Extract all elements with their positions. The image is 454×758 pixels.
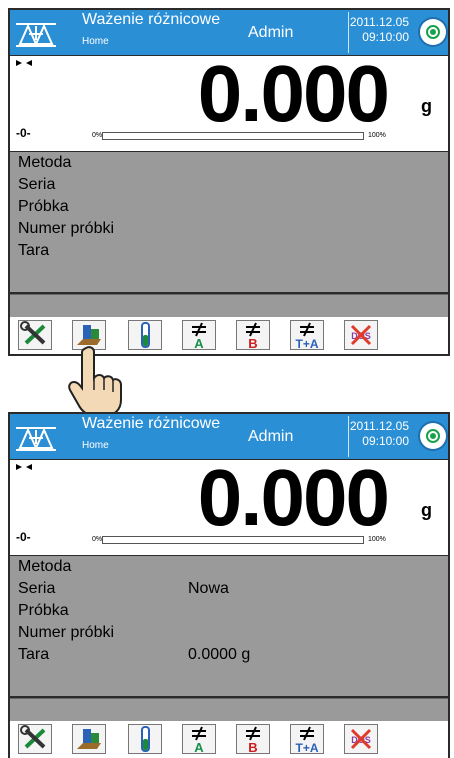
tare-b-label: B <box>248 336 257 349</box>
info-label-sample-number: Numer próbki <box>18 624 115 641</box>
date-time: 2011.12.05 09:10:00 <box>348 416 409 457</box>
test-tube-button[interactable] <box>128 320 162 350</box>
pointing-hand-icon <box>68 346 122 417</box>
tare-a-icon: A <box>192 726 206 753</box>
range-min-label: 0% <box>92 536 103 543</box>
info-label-sample: Próbka <box>18 602 69 619</box>
tare-plus-a-button[interactable]: T+A <box>290 724 324 754</box>
status-strip <box>10 294 448 317</box>
tare-a-label: A <box>194 336 204 349</box>
info-label-tare: Tara <box>18 646 50 663</box>
tare-plus-a-label: T+A <box>295 337 318 349</box>
status-indicator-button[interactable] <box>420 19 446 45</box>
tare-a-label: A <box>194 740 204 753</box>
status-dot-icon <box>430 433 436 439</box>
range-max-label: 100% <box>368 132 386 139</box>
date-label: 2011.12.05 <box>349 419 409 433</box>
weight-value: 0.000 <box>197 453 390 542</box>
settings-button[interactable] <box>18 724 52 754</box>
tare-a-icon: A <box>192 322 206 349</box>
date-label: 2011.12.05 <box>349 15 409 29</box>
info-label-method: Metoda <box>18 558 72 575</box>
tare-a-button[interactable]: A <box>182 320 216 350</box>
info-panel[interactable]: Metoda Seria Próbka Numer próbki Tara <box>10 152 448 292</box>
test-tube-icon <box>141 726 150 752</box>
mode-title: Ważenie różnicowe <box>82 11 221 28</box>
breadcrumb: Home <box>82 36 109 47</box>
status-strip <box>10 698 448 721</box>
user-name[interactable]: Admin <box>248 24 293 42</box>
weighing-display: 0.000 g -0- 0% 100% <box>10 453 448 555</box>
test-tube-button[interactable] <box>128 724 162 754</box>
info-label-series: Seria <box>18 176 56 193</box>
info-label-series: Seria <box>18 580 56 597</box>
tare-plus-a-icon: T+A <box>295 726 319 753</box>
tare-b-icon: B <box>246 726 260 753</box>
test-tube-icon <box>141 322 150 348</box>
info-value-series: Nowa <box>188 580 229 597</box>
date-time: 2011.12.05 09:10:00 <box>348 12 409 53</box>
tare-b-button[interactable]: B <box>236 320 270 350</box>
tare-plus-a-icon: T+A <box>295 322 319 349</box>
stability-marker-icon <box>16 60 32 66</box>
info-label-sample-number: Numer próbki <box>18 220 115 237</box>
zero-indicator: -0- <box>16 530 31 544</box>
weight-unit[interactable]: g <box>421 96 432 117</box>
time-label: 09:10:00 <box>362 30 409 44</box>
tare-b-button[interactable]: B <box>236 724 270 754</box>
breadcrumb: Home <box>82 440 109 451</box>
weight-value: 0.000 <box>197 49 390 138</box>
info-label-method: Metoda <box>18 154 72 171</box>
weighing-display: 0.000 g -0- 0% 100% <box>10 49 448 151</box>
toolbar: A B T+A DOS <box>10 721 448 758</box>
info-value-tare: 0.0000 g <box>188 646 251 663</box>
zero-indicator: -0- <box>16 126 31 140</box>
status-dot-icon <box>430 29 436 35</box>
range-min-label: 0% <box>92 132 103 139</box>
load-bar <box>102 132 364 140</box>
weight-unit[interactable]: g <box>421 500 432 521</box>
info-label-sample: Próbka <box>18 198 69 215</box>
balance-screen-after: Ważenie różnicowe Home Admin 2011.12.05 … <box>8 412 450 758</box>
info-panel[interactable]: Metoda Seria Próbka Numer próbki Tara No… <box>10 556 448 696</box>
dos-button[interactable]: DOS <box>344 320 378 350</box>
load-bar <box>102 536 364 544</box>
tare-b-icon: B <box>246 322 260 349</box>
dos-disabled-icon: DOS <box>350 324 372 346</box>
time-label: 09:10:00 <box>362 434 409 448</box>
user-name[interactable]: Admin <box>248 428 293 446</box>
sample-container-button[interactable] <box>72 724 106 754</box>
balance-logo-icon[interactable] <box>14 16 58 50</box>
dos-disabled-icon: DOS <box>350 728 372 750</box>
status-indicator-button[interactable] <box>420 423 446 449</box>
tools-icon <box>20 321 46 345</box>
tare-plus-a-button[interactable]: T+A <box>290 320 324 350</box>
dos-button[interactable]: DOS <box>344 724 378 754</box>
info-label-tare: Tara <box>18 242 50 259</box>
sample-container-icon <box>77 729 101 749</box>
range-max-label: 100% <box>368 536 386 543</box>
mode-title: Ważenie różnicowe <box>82 415 221 432</box>
balance-logo-icon[interactable] <box>14 420 58 454</box>
tare-b-label: B <box>248 740 257 753</box>
balance-screen-before: Ważenie różnicowe Home Admin 2011.12.05 … <box>8 8 450 356</box>
tare-plus-a-label: T+A <box>295 741 318 753</box>
stability-marker-icon <box>16 464 32 470</box>
tools-icon <box>20 725 46 749</box>
settings-button[interactable] <box>18 320 52 350</box>
tare-a-button[interactable]: A <box>182 724 216 754</box>
